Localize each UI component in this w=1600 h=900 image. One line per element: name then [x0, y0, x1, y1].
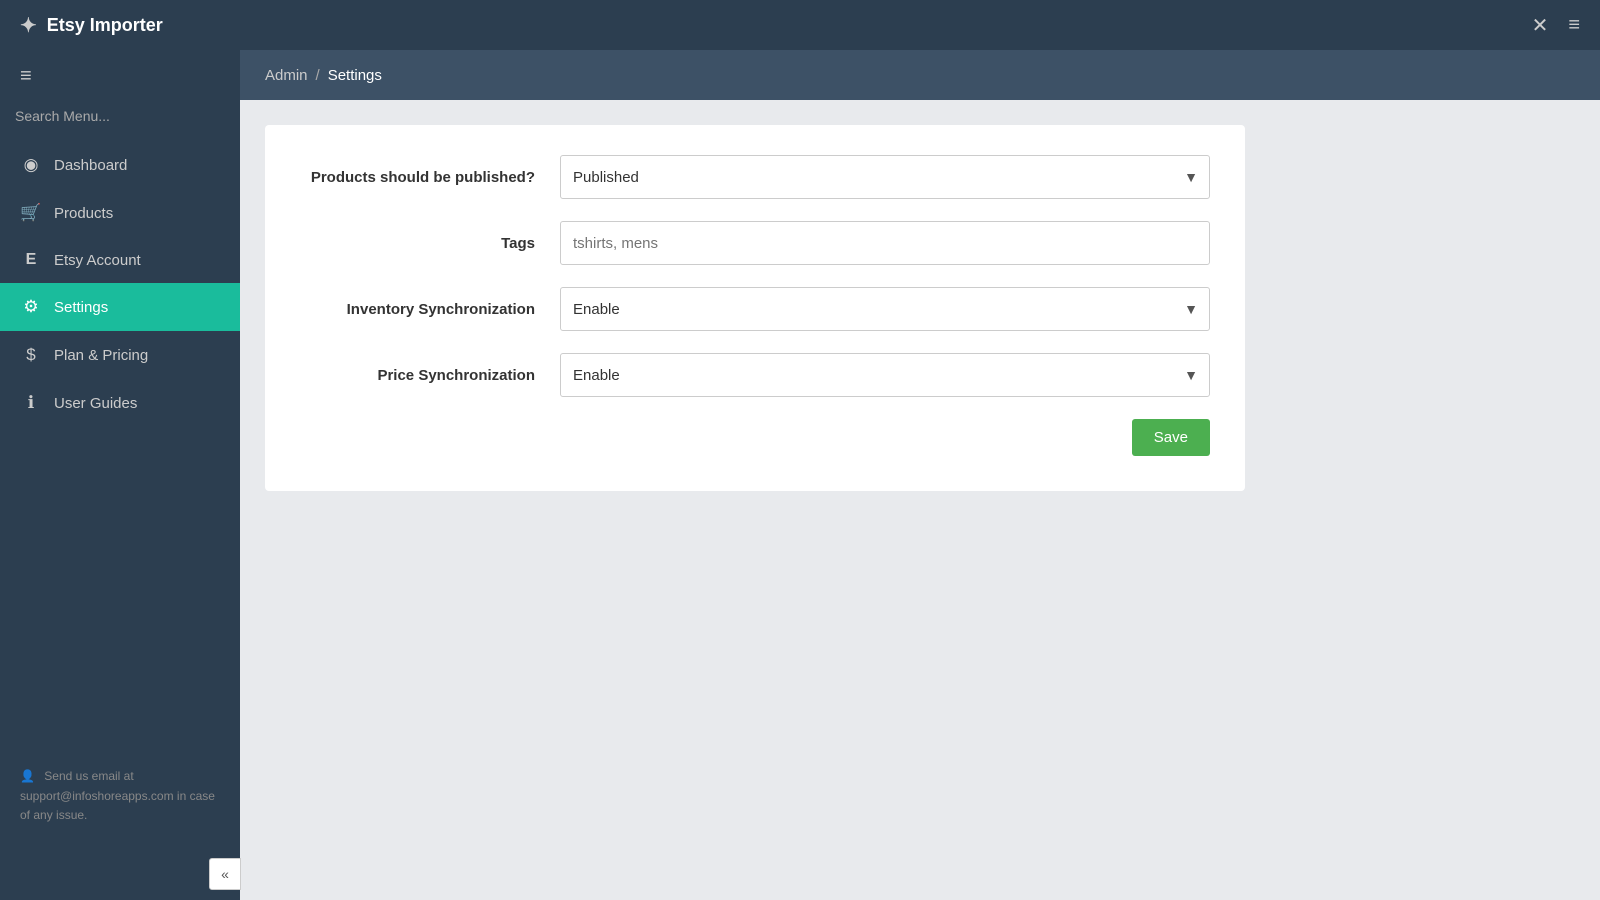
hamburger-icon[interactable]: ≡: [1568, 14, 1580, 37]
sidebar-search-area: [0, 103, 240, 141]
publish-row: Products should be published? Published …: [300, 155, 1210, 199]
sidebar-nav: ◉ Dashboard 🛒 Products E Etsy Account ⚙ …: [0, 141, 240, 752]
breadcrumb: Admin / Settings: [240, 50, 1600, 100]
breadcrumb-current: Settings: [328, 67, 382, 84]
settings-icon: ⚙: [20, 297, 42, 317]
tags-row: Tags: [300, 221, 1210, 265]
price-select[interactable]: Enable Disable: [560, 353, 1210, 397]
sidebar-item-products[interactable]: 🛒 Products: [0, 189, 240, 237]
inventory-row: Inventory Synchronization Enable Disable…: [300, 287, 1210, 331]
sidebar-item-settings[interactable]: ⚙ Settings: [0, 283, 240, 331]
publish-select-wrapper: Published Draft Pending ▼: [560, 155, 1210, 199]
sidebar-item-label: Settings: [54, 299, 108, 316]
sidebar-item-user-guides[interactable]: ℹ User Guides: [0, 379, 240, 427]
etsy-icon: E: [20, 251, 42, 269]
settings-card: Products should be published? Published …: [265, 125, 1245, 491]
app-title-area: ✦ Etsy Importer: [20, 13, 163, 38]
tags-label: Tags: [300, 235, 560, 252]
sidebar-item-dashboard[interactable]: ◉ Dashboard: [0, 141, 240, 189]
main-layout: ≡ ◉ Dashboard 🛒 Products E Etsy Account …: [0, 50, 1600, 900]
dashboard-icon: ◉: [20, 155, 42, 175]
inventory-select-wrapper: Enable Disable ▼: [560, 287, 1210, 331]
footer-text: Send us email at support@infoshoreapps.c…: [20, 769, 215, 821]
pricing-icon: $: [20, 345, 42, 365]
products-icon: 🛒: [20, 203, 42, 223]
publish-label: Products should be published?: [300, 169, 560, 186]
sidebar-footer: 👤 Send us email at support@infoshoreapps…: [0, 752, 240, 840]
footer-icon: 👤: [20, 769, 35, 783]
app-gear-icon: ✦: [20, 13, 37, 38]
info-icon: ℹ: [20, 393, 42, 413]
sidebar: ≡ ◉ Dashboard 🛒 Products E Etsy Account …: [0, 50, 240, 900]
publish-select[interactable]: Published Draft Pending: [560, 155, 1210, 199]
form-actions: Save: [300, 419, 1210, 456]
sidebar-item-plan-pricing[interactable]: $ Plan & Pricing: [0, 331, 240, 379]
sidebar-collapse-button[interactable]: «: [209, 858, 241, 890]
search-input[interactable]: [15, 108, 225, 124]
close-icon[interactable]: ✕: [1532, 13, 1549, 38]
breadcrumb-parent[interactable]: Admin: [265, 67, 308, 84]
sidebar-item-etsy-account[interactable]: E Etsy Account: [0, 237, 240, 283]
price-row: Price Synchronization Enable Disable ▼: [300, 353, 1210, 397]
topbar: ✦ Etsy Importer ✕ ≡: [0, 0, 1600, 50]
inventory-label: Inventory Synchronization: [300, 301, 560, 318]
sidebar-item-label: User Guides: [54, 395, 137, 412]
topbar-actions: ✕ ≡: [1532, 13, 1580, 38]
content-area: Admin / Settings Products should be publ…: [240, 50, 1600, 900]
sidebar-item-label: Dashboard: [54, 157, 127, 174]
price-select-wrapper: Enable Disable ▼: [560, 353, 1210, 397]
sidebar-item-label: Products: [54, 205, 113, 222]
page-content: Products should be published? Published …: [240, 100, 1600, 900]
breadcrumb-separator: /: [316, 67, 320, 84]
price-label: Price Synchronization: [300, 367, 560, 384]
inventory-select[interactable]: Enable Disable: [560, 287, 1210, 331]
tags-input[interactable]: [560, 221, 1210, 265]
sidebar-item-label: Etsy Account: [54, 252, 141, 269]
sidebar-item-label: Plan & Pricing: [54, 347, 148, 364]
sidebar-hamburger[interactable]: ≡: [0, 50, 240, 103]
app-title: Etsy Importer: [47, 15, 163, 36]
collapse-icon: «: [221, 866, 229, 882]
save-button[interactable]: Save: [1132, 419, 1210, 456]
